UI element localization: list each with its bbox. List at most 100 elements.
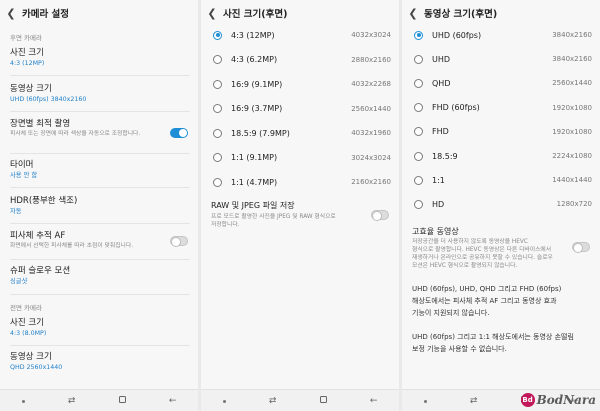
video-size-setting[interactable]: 동영상 크기 UHD (60fps) 3840x2160	[10, 84, 190, 104]
back-arrow-icon[interactable]: ❮	[402, 0, 424, 26]
radio-button-icon[interactable]	[414, 199, 423, 209]
radio-button-icon[interactable]	[213, 55, 222, 64]
note-1-line-2: 해상도에서는 피사체 추적 AF 그리고 동영상 효과	[412, 297, 557, 305]
raw-jpeg-description-1: 프로 모드로 촬영한 사진을 JPEG 및 RAW 형식으로	[211, 214, 336, 220]
radio-button-icon[interactable]	[213, 104, 222, 113]
photo-size-option[interactable]: 16:9 (9.1MP) 4032x2268	[201, 73, 399, 95]
option-label: UHD (60fps)	[432, 30, 482, 40]
recent-apps-icon[interactable]: ⇄	[68, 396, 76, 406]
video-size-option[interactable]: UHD 3840x2160	[402, 48, 600, 70]
photo-size-option[interactable]: 16:9 (3.7MP) 2560x1440	[201, 98, 399, 120]
photo-size-option[interactable]: 4:3 (12MP) 4032x3024	[201, 24, 399, 46]
radio-button-icon[interactable]	[414, 103, 423, 113]
setting-value: 싱글샷	[10, 278, 28, 285]
option-label: QHD	[432, 78, 451, 88]
option-resolution: 1280x720	[556, 200, 592, 209]
radio-button-icon[interactable]	[414, 175, 423, 185]
hevc-toggle[interactable]	[572, 242, 590, 253]
option-resolution: 2880x2160	[351, 55, 391, 64]
back-arrow-icon[interactable]: ❮	[0, 0, 22, 26]
scene-optimizer-toggle[interactable]	[170, 128, 188, 138]
radio-button-icon[interactable]	[414, 54, 423, 64]
setting-title: HDR(풍부한 색조)	[10, 196, 78, 206]
setting-title: 슈퍼 슬로우 모션	[10, 266, 71, 276]
home-icon[interactable]	[319, 395, 327, 406]
option-resolution: 1440x1440	[552, 176, 592, 185]
option-resolution: 1920x1080	[552, 127, 592, 136]
photo-size-option[interactable]: 18.5:9 (7.9MP) 4032x1960	[201, 122, 399, 144]
front-photo-size-setting[interactable]: 사진 크기 4:3 (8.0MP)	[10, 318, 190, 338]
hevc-description-3: 재생하거나 온라인으로 공유하지 못할 수 있습니다. 슬로우	[412, 255, 553, 261]
radio-button-icon[interactable]	[414, 30, 423, 40]
recent-apps-icon[interactable]: ⇄	[470, 396, 478, 406]
option-label: 18.5:9 (7.9MP)	[231, 128, 290, 138]
setting-title: 타이머	[10, 160, 34, 170]
back-icon[interactable]: ←	[370, 396, 378, 406]
video-size-option[interactable]: FHD (60fps) 1920x1080	[402, 97, 600, 119]
tracking-af-toggle[interactable]	[170, 236, 188, 247]
setting-description: 피사체 또는 장면에 따라 색상을 자동으로 조정합니다.	[10, 131, 141, 137]
setting-value: 4:3 (8.0MP)	[10, 330, 47, 337]
nav-home-dot-icon[interactable]	[21, 396, 25, 406]
radio-button-icon[interactable]	[213, 79, 222, 89]
timer-setting[interactable]: 타이머 사용 안 함	[10, 160, 190, 180]
watermark-badge: Bd	[520, 393, 535, 407]
page-title: 사진 크기(후면)	[223, 9, 288, 20]
super-slow-motion-setting[interactable]: 슈퍼 슬로우 모션 싱글샷	[10, 266, 190, 286]
recent-apps-icon[interactable]: ⇄	[269, 396, 277, 406]
note-1-line-1: UHD (60fps), UHD, QHD 그리고 FHD (60fps)	[412, 285, 562, 293]
photo-size-option[interactable]: 1:1 (4.7MP) 2160x2160	[201, 171, 399, 193]
setting-title: 동영상 크기	[10, 352, 52, 362]
video-size-option[interactable]: UHD (60fps) 3840x2160	[402, 24, 600, 46]
bodnara-watermark: Bd BodNara	[520, 393, 596, 407]
radio-button-icon[interactable]	[414, 78, 423, 88]
radio-button-icon[interactable]	[414, 151, 423, 161]
navigation-bar: ⇄ ←	[201, 389, 399, 411]
raw-jpeg-toggle[interactable]	[371, 210, 389, 221]
option-resolution: 4032x1960	[351, 129, 391, 137]
setting-value: UHD (60fps) 3840x2160	[10, 96, 87, 103]
hevc-title: 고효율 동영상	[412, 227, 459, 236]
radio-button-icon[interactable]	[213, 177, 222, 187]
option-resolution: 3024x3024	[351, 153, 391, 162]
radio-button-icon[interactable]	[213, 128, 222, 138]
option-label: 4:3 (6.2MP)	[231, 55, 278, 64]
tracking-af-setting[interactable]: 피사체 추적 AF 화면에서 선택한 피사체를 따라 초점이 맞춰집니다.	[10, 231, 190, 250]
radio-button-icon[interactable]	[213, 153, 222, 162]
radio-button-icon[interactable]	[414, 127, 423, 137]
raw-jpeg-title: RAW 및 JPEG 파일 저장	[211, 201, 295, 210]
nav-home-dot-icon[interactable]	[423, 396, 427, 406]
scene-optimizer-setting[interactable]: 장면별 최적 촬영 피사체 또는 장면에 따라 색상을 자동으로 조정합니다.	[10, 119, 190, 138]
option-label: 16:9 (3.7MP)	[231, 104, 283, 113]
back-icon[interactable]: ←	[169, 396, 177, 406]
video-size-option[interactable]: FHD 1920x1080	[402, 121, 600, 143]
back-arrow-icon[interactable]: ❮	[201, 0, 223, 26]
navigation-bar: ⇄ ←	[0, 389, 198, 411]
option-resolution: 2560x1440	[351, 104, 391, 113]
option-resolution: 2560x1440	[552, 79, 592, 88]
hevc-description-2: 형식으로 촬영합니다. HEVC 동영상은 다른 디바이스에서	[412, 247, 552, 253]
setting-value: 자동	[10, 208, 22, 215]
video-size-option[interactable]: QHD 2560x1440	[402, 72, 600, 94]
video-size-option[interactable]: 1:1 1440x1440	[402, 169, 600, 191]
hevc-description-1: 저장공간을 더 사용하지 않도록 동영상을 HEVC	[412, 239, 528, 245]
setting-value: 4:3 (12MP)	[10, 60, 45, 67]
setting-value: 사용 안 함	[10, 172, 38, 179]
photo-size-setting[interactable]: 사진 크기 4:3 (12MP)	[10, 48, 190, 68]
setting-title: 피사체 추적 AF	[10, 231, 66, 241]
option-label: 1:1 (4.7MP)	[231, 177, 278, 187]
radio-button-icon[interactable]	[213, 30, 222, 40]
nav-home-dot-icon[interactable]	[222, 396, 226, 406]
photo-size-option[interactable]: 4:3 (6.2MP) 2880x2160	[201, 49, 399, 71]
option-label: 16:9 (9.1MP)	[231, 79, 283, 89]
photo-size-option[interactable]: 1:1 (9.1MP) 3024x3024	[201, 147, 399, 169]
option-resolution: 2160x2160	[351, 178, 391, 186]
hdr-setting[interactable]: HDR(풍부한 색조) 자동	[10, 196, 190, 216]
option-label: HD	[432, 199, 445, 209]
option-resolution: 4032x3024	[351, 31, 391, 39]
home-icon[interactable]	[118, 395, 126, 406]
video-size-option[interactable]: 18.5:9 2224x1080	[402, 145, 600, 167]
front-video-size-setting[interactable]: 동영상 크기 QHD 2560x1440	[10, 352, 190, 372]
page-title: 카메라 설정	[22, 9, 70, 20]
video-size-option[interactable]: HD 1280x720	[402, 193, 600, 215]
